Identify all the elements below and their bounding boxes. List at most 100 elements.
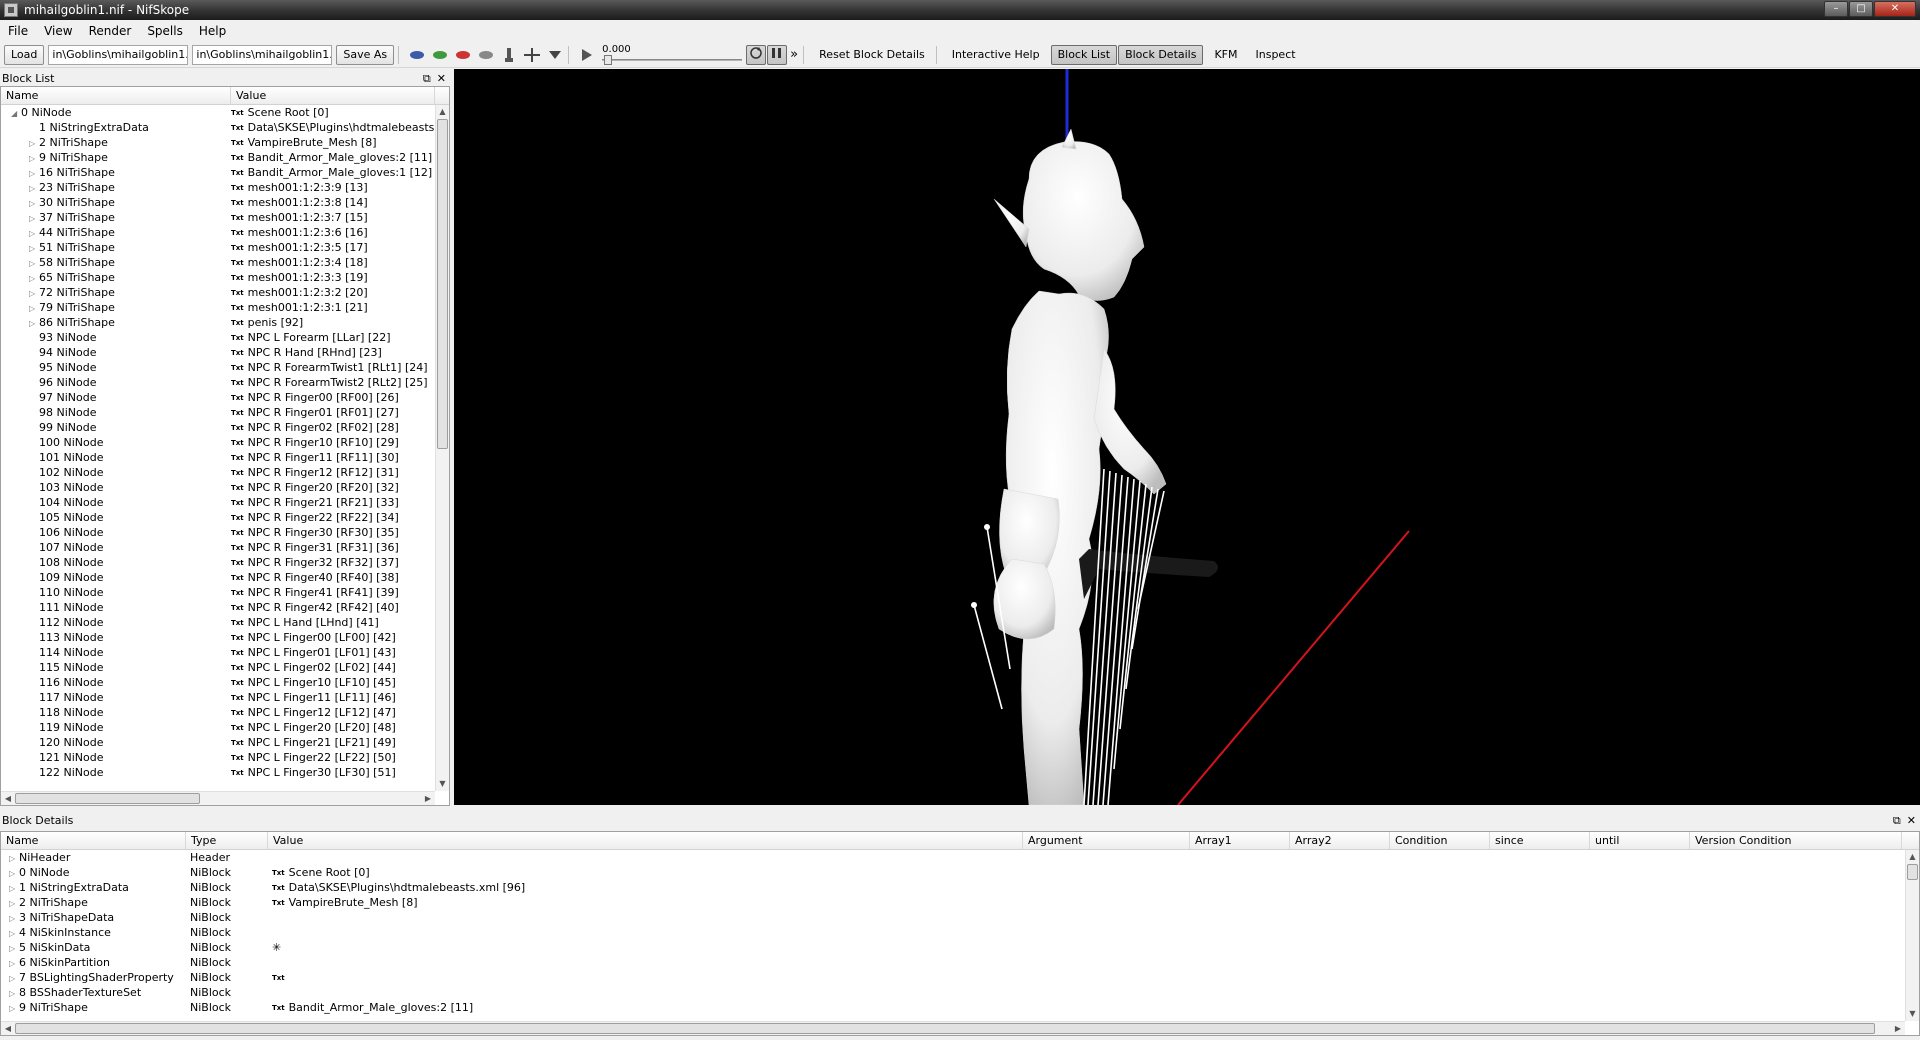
- menu-view[interactable]: View: [36, 24, 80, 38]
- close-icon[interactable]: ✕: [1907, 812, 1916, 830]
- save-path-input[interactable]: in\Goblins\mihailgoblin1.nif: [192, 44, 333, 65]
- collapsed-arrow-icon[interactable]: ▷: [29, 181, 39, 195]
- table-row[interactable]: ▷ 9 NiTriShape Txt Bandit_Armor_Male_gloves…: [1, 150, 449, 165]
- view-top-icon[interactable]: [454, 46, 472, 64]
- table-row[interactable]: 99 NiNode Txt NPC R Finger02 [RF02] [28]: [1, 420, 449, 435]
- table-row[interactable]: 115 NiNode Txt NPC L Finger02 [LF02] [44]: [1, 660, 449, 675]
- column-header-name[interactable]: Name: [1, 87, 231, 104]
- table-row[interactable]: ▷ 44 NiTriShape Txt mesh001:1:2:3:6 [16]: [1, 225, 449, 240]
- table-row[interactable]: 101 NiNode Txt NPC R Finger11 [RF11] [30]: [1, 450, 449, 465]
- collapsed-arrow-icon[interactable]: ▷: [9, 971, 19, 985]
- float-icon[interactable]: ⧉: [1893, 812, 1901, 830]
- table-row[interactable]: ▷ 3 NiTriShapeData NiBlock: [1, 910, 1919, 925]
- table-row[interactable]: 116 NiNode Txt NPC L Finger10 [LF10] [45]: [1, 675, 449, 690]
- table-row[interactable]: 93 NiNode Txt NPC L Forearm [LLar] [22]: [1, 330, 449, 345]
- save-as-button[interactable]: Save As: [336, 44, 395, 65]
- load-path-input[interactable]: in\Goblins\mihailgoblin1.nif: [48, 44, 189, 65]
- column-header-until[interactable]: until: [1590, 832, 1690, 849]
- collapsed-arrow-icon[interactable]: ▷: [29, 271, 39, 285]
- collapsed-arrow-icon[interactable]: ▷: [9, 1001, 19, 1015]
- table-row[interactable]: 122 NiNode Txt NPC L Finger30 [LF30] [51]: [1, 765, 449, 780]
- table-row[interactable]: 105 NiNode Txt NPC R Finger22 [RF22] [34]: [1, 510, 449, 525]
- table-row[interactable]: 104 NiNode Txt NPC R Finger21 [RF21] [33]: [1, 495, 449, 510]
- load-button[interactable]: Load: [4, 44, 45, 65]
- menu-render[interactable]: Render: [81, 24, 140, 38]
- table-row[interactable]: ▷ 23 NiTriShape Txt mesh001:1:2:3:9 [13]: [1, 180, 449, 195]
- column-header-value[interactable]: Value: [231, 87, 435, 104]
- table-row[interactable]: 94 NiNode Txt NPC R Hand [RHnd] [23]: [1, 345, 449, 360]
- table-row[interactable]: ◢ 0 NiNode Txt Scene Root [0]: [1, 105, 449, 120]
- collapsed-arrow-icon[interactable]: ▷: [9, 941, 19, 955]
- scroll-right-icon[interactable]: ▶: [1891, 1022, 1905, 1035]
- view-side-icon[interactable]: [431, 46, 449, 64]
- maximize-button[interactable]: □: [1849, 1, 1873, 17]
- inspect-toggle[interactable]: Inspect: [1249, 45, 1303, 65]
- table-row[interactable]: 114 NiNode Txt NPC L Finger01 [LF01] [43]: [1, 645, 449, 660]
- menu-spells[interactable]: Spells: [139, 24, 191, 38]
- collapsed-arrow-icon[interactable]: ▷: [9, 866, 19, 880]
- column-header-value[interactable]: Value: [268, 832, 1023, 849]
- scroll-thumb[interactable]: [15, 793, 200, 804]
- menu-file[interactable]: File: [0, 24, 36, 38]
- table-row[interactable]: ▷ 72 NiTriShape Txt mesh001:1:2:3:2 [20]: [1, 285, 449, 300]
- walk-icon[interactable]: [500, 46, 518, 64]
- expanded-arrow-icon[interactable]: ◢: [11, 106, 21, 120]
- collapsed-arrow-icon[interactable]: ▷: [29, 241, 39, 255]
- table-row[interactable]: ▷ 6 NiSkinPartition NiBlock: [1, 955, 1919, 970]
- block-list-vertical-scrollbar[interactable]: ▲ ▼: [435, 105, 449, 791]
- table-row[interactable]: 106 NiNode Txt NPC R Finger30 [RF30] [35]: [1, 525, 449, 540]
- table-row[interactable]: 95 NiNode Txt NPC R ForearmTwist1 [RLt1] […: [1, 360, 449, 375]
- collapsed-arrow-icon[interactable]: ▷: [29, 166, 39, 180]
- scroll-thumb[interactable]: [15, 1023, 1875, 1034]
- move-axis-icon[interactable]: [523, 46, 541, 64]
- table-row[interactable]: 111 NiNode Txt NPC R Finger42 [RF42] [40]: [1, 600, 449, 615]
- table-row[interactable]: 121 NiNode Txt NPC L Finger22 [LF22] [50]: [1, 750, 449, 765]
- table-row[interactable]: ▷ 30 NiTriShape Txt mesh001:1:2:3:8 [14]: [1, 195, 449, 210]
- scroll-left-icon[interactable]: ◀: [1, 1022, 15, 1035]
- table-row[interactable]: 120 NiNode Txt NPC L Finger21 [LF21] [49]: [1, 735, 449, 750]
- table-row[interactable]: 109 NiNode Txt NPC R Finger40 [RF40] [38]: [1, 570, 449, 585]
- table-row[interactable]: 98 NiNode Txt NPC R Finger01 [RF01] [27]: [1, 405, 449, 420]
- kfm-toggle[interactable]: KFM: [1207, 45, 1244, 65]
- table-row[interactable]: 97 NiNode Txt NPC R Finger00 [RF00] [26]: [1, 390, 449, 405]
- chevron-down-icon[interactable]: [546, 46, 564, 64]
- table-row[interactable]: 103 NiNode Txt NPC R Finger20 [RF20] [32]: [1, 480, 449, 495]
- collapsed-arrow-icon[interactable]: ▷: [29, 256, 39, 270]
- collapsed-arrow-icon[interactable]: ▷: [9, 911, 19, 925]
- scroll-up-icon[interactable]: ▲: [1906, 850, 1919, 864]
- collapsed-arrow-icon[interactable]: ▷: [29, 301, 39, 315]
- table-row[interactable]: ▷ 51 NiTriShape Txt mesh001:1:2:3:5 [17]: [1, 240, 449, 255]
- block-details-toggle[interactable]: Block Details: [1118, 44, 1204, 65]
- column-header-type[interactable]: Type: [186, 832, 268, 849]
- loop-button[interactable]: [746, 44, 767, 65]
- table-row[interactable]: ▷ NiHeader Header: [1, 850, 1919, 865]
- block-list-horizontal-scrollbar[interactable]: ◀ ▶: [1, 791, 435, 805]
- table-row[interactable]: 100 NiNode Txt NPC R Finger10 [RF10] [29]: [1, 435, 449, 450]
- animation-time-slider[interactable]: 0.000: [602, 44, 743, 65]
- table-row[interactable]: 118 NiNode Txt NPC L Finger12 [LF12] [47]: [1, 705, 449, 720]
- collapsed-arrow-icon[interactable]: ▷: [9, 881, 19, 895]
- column-header-since[interactable]: since: [1490, 832, 1590, 849]
- slider-thumb[interactable]: [604, 54, 613, 65]
- block-details-horizontal-scrollbar[interactable]: ◀ ▶: [1, 1021, 1905, 1035]
- close-button[interactable]: ✕: [1874, 1, 1916, 17]
- app-icon[interactable]: [4, 3, 18, 17]
- column-header-version-condition[interactable]: Version Condition: [1690, 832, 1902, 849]
- reset-block-details-button[interactable]: Reset Block Details: [812, 45, 932, 65]
- scroll-down-icon[interactable]: ▼: [436, 777, 449, 791]
- table-row[interactable]: ▷ 0 NiNode NiBlock Txt Scene Root [0]: [1, 865, 1919, 880]
- column-header-array1[interactable]: Array1: [1190, 832, 1290, 849]
- table-row[interactable]: 107 NiNode Txt NPC R Finger31 [RF31] [36]: [1, 540, 449, 555]
- table-row[interactable]: 117 NiNode Txt NPC L Finger11 [LF11] [46]: [1, 690, 449, 705]
- scroll-thumb[interactable]: [437, 119, 448, 449]
- column-header-name[interactable]: Name: [1, 832, 186, 849]
- interactive-help-button[interactable]: Interactive Help: [945, 45, 1047, 65]
- collapsed-arrow-icon[interactable]: ▷: [9, 926, 19, 940]
- render-viewport[interactable]: [454, 69, 1920, 805]
- table-row[interactable]: ▷ 65 NiTriShape Txt mesh001:1:2:3:3 [19]: [1, 270, 449, 285]
- table-row[interactable]: 1 NiStringExtraData Txt Data\SKSE\Plugins\…: [1, 120, 449, 135]
- table-row[interactable]: ▷ 86 NiTriShape Txt penis [92]: [1, 315, 449, 330]
- column-header-array2[interactable]: Array2: [1290, 832, 1390, 849]
- table-row[interactable]: ▷ 7 BSLightingShaderProperty NiBlock Txt: [1, 970, 1919, 985]
- table-row[interactable]: ▷ 8 BSShaderTextureSet NiBlock: [1, 985, 1919, 1000]
